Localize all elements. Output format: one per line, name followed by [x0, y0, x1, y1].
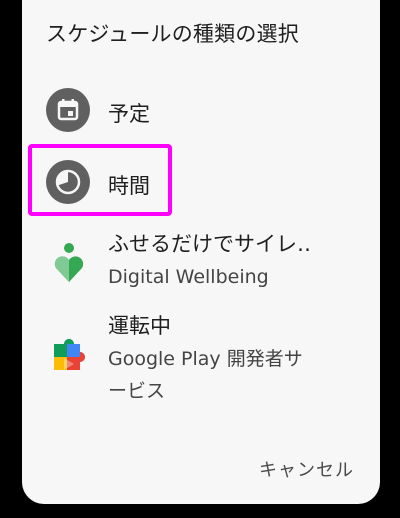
option-driving-app-line1: Google Play 開発者サ	[108, 348, 303, 370]
calendar-icon	[46, 88, 90, 132]
option-flip-app: Digital Wellbeing	[108, 266, 269, 288]
option-driving-label: 運転中	[108, 314, 171, 338]
cancel-button[interactable]: キャンセル	[259, 456, 354, 482]
dialog-title: スケジュールの種類の選択	[46, 22, 299, 46]
option-flip-to-shhh[interactable]: ふせるだけでサイレ‥ Digital Wellbeing	[22, 228, 380, 300]
selection-highlight	[28, 144, 172, 216]
schedule-type-dialog: スケジュールの種類の選択 予定 時間 ふせるだけでサイレ‥ Digital We…	[22, 0, 380, 504]
option-driving-app-line2: ービス	[108, 380, 166, 402]
digital-wellbeing-icon	[52, 240, 86, 286]
option-flip-label: ふせるだけでサイレ‥	[108, 232, 312, 256]
option-event-label: 予定	[108, 102, 150, 126]
option-event[interactable]: 予定	[22, 86, 380, 142]
google-play-services-icon	[50, 334, 90, 378]
option-driving[interactable]: 運転中 Google Play 開発者サ ービス	[22, 310, 380, 414]
